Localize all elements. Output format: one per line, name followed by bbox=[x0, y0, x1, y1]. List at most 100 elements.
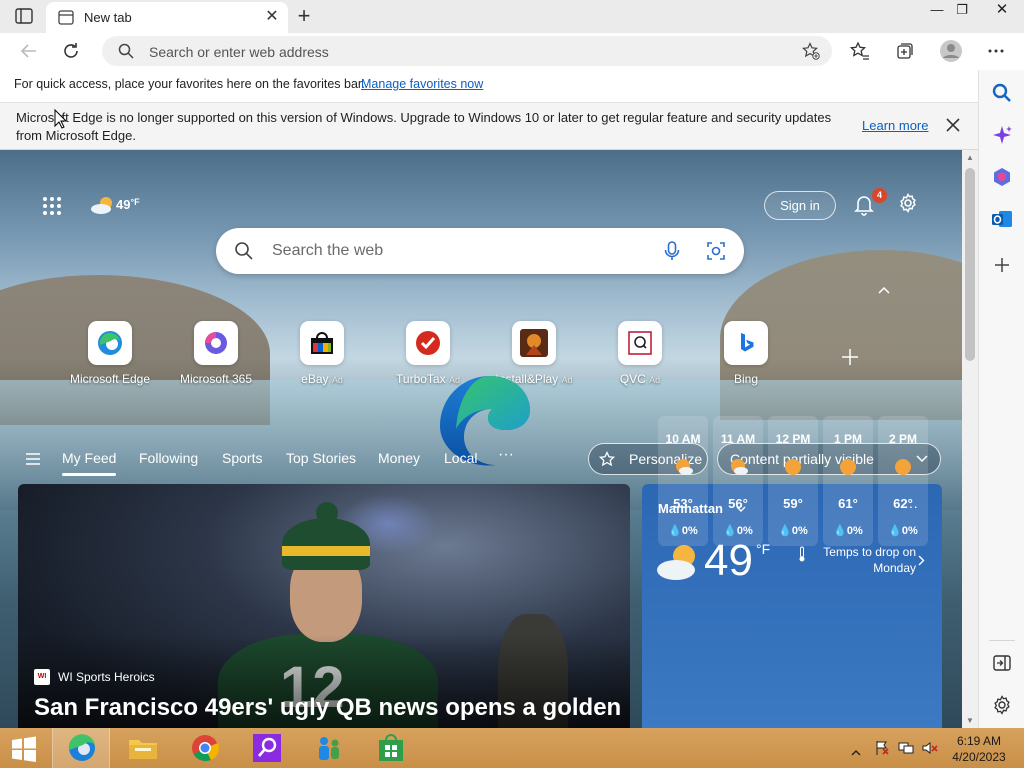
sunny-icon bbox=[895, 459, 911, 475]
game-art-icon bbox=[512, 321, 556, 365]
partly-cloudy-icon bbox=[731, 459, 748, 475]
weather-widget[interactable]: 49°F bbox=[90, 194, 150, 218]
hourly-forecast-item[interactable]: 1 PM 61° 💧0% bbox=[823, 416, 873, 546]
close-window-button[interactable]: ✕ bbox=[986, 0, 1018, 22]
close-tab-icon[interactable]: ✕ bbox=[264, 9, 280, 25]
quick-link-qvc[interactable]: QVC Ad bbox=[595, 321, 685, 391]
scroll-up-arrow-icon[interactable]: ▲ bbox=[966, 153, 974, 162]
taskbar-store[interactable] bbox=[362, 728, 420, 768]
microphone-icon[interactable] bbox=[662, 240, 682, 262]
chevron-right-icon[interactable] bbox=[918, 555, 925, 566]
weather-summary[interactable]: Temps to drop on Monday bbox=[812, 544, 916, 576]
add-shortcut-icon[interactable] bbox=[840, 347, 860, 367]
address-placeholder: Search or enter web address bbox=[149, 44, 329, 60]
close-icon[interactable] bbox=[944, 116, 962, 134]
hero-news-card[interactable]: 12 WI WI Sports Heroics San Francisco 49… bbox=[18, 484, 630, 728]
scroll-down-arrow-icon[interactable]: ▼ bbox=[966, 716, 974, 725]
mouse-cursor-icon bbox=[54, 109, 66, 129]
restore-button[interactable]: ❐ bbox=[946, 0, 978, 22]
new-tab-button[interactable]: + bbox=[292, 5, 316, 27]
settings-more-icon[interactable] bbox=[986, 41, 1006, 61]
page-scrollbar[interactable]: ▲ ▼ bbox=[962, 150, 978, 728]
add-favorite-star-icon[interactable] bbox=[802, 42, 820, 60]
droplet-icon: 💧 bbox=[833, 525, 847, 537]
tab-actions-icon[interactable] bbox=[14, 7, 34, 25]
outlook-icon[interactable] bbox=[991, 208, 1013, 230]
tab-my-feed[interactable]: My Feed bbox=[62, 450, 117, 476]
hour-precip: 0% bbox=[681, 525, 698, 537]
tab-sports[interactable]: Sports bbox=[222, 450, 262, 466]
tab-local[interactable]: Local bbox=[444, 450, 477, 466]
notification-count-badge: 4 bbox=[872, 188, 887, 203]
search-icon[interactable] bbox=[991, 82, 1013, 104]
windows-start-icon[interactable] bbox=[10, 736, 38, 762]
hour-temp: 59° bbox=[783, 496, 803, 511]
hourly-forecast-item[interactable]: 11 AM 56° 💧0% bbox=[713, 416, 763, 546]
hide-sidebar-icon[interactable] bbox=[991, 652, 1013, 674]
visual-search-icon[interactable] bbox=[706, 241, 726, 261]
profile-avatar-icon[interactable] bbox=[939, 39, 963, 63]
windows-taskbar: 6:19 AM 4/20/2023 bbox=[0, 728, 1024, 768]
tab-top-stories[interactable]: Top Stories bbox=[286, 450, 356, 466]
hour-time: 10 AM bbox=[665, 432, 701, 446]
droplet-icon: 💧 bbox=[778, 525, 792, 537]
collapse-chevron-up-icon[interactable] bbox=[877, 282, 891, 294]
action-center-flag-icon[interactable] bbox=[874, 740, 890, 756]
favorites-icon[interactable] bbox=[849, 41, 870, 61]
player-beanie bbox=[282, 518, 370, 570]
clock-date: 4/20/2023 bbox=[952, 750, 1006, 764]
taskbar-edge[interactable] bbox=[52, 728, 110, 768]
add-icon[interactable] bbox=[991, 254, 1013, 276]
hour-precip: 0% bbox=[901, 525, 918, 537]
more-tabs-button[interactable]: ··· bbox=[498, 446, 514, 464]
browser-window: New tab ✕ + — ❐ ✕ Search or enter web ad… bbox=[0, 0, 1024, 768]
sidebar-settings-gear-icon[interactable] bbox=[991, 694, 1013, 716]
refresh-icon[interactable] bbox=[60, 40, 84, 62]
tab-title: New tab bbox=[84, 10, 132, 25]
quick-link-bing[interactable]: Bing bbox=[701, 321, 791, 391]
back-arrow-icon[interactable] bbox=[18, 40, 42, 62]
ad-label: Ad bbox=[561, 375, 573, 385]
quick-link-label: eBay bbox=[301, 372, 329, 386]
learn-more-link[interactable]: Learn more bbox=[862, 118, 928, 133]
edge-sidebar bbox=[978, 70, 1024, 728]
web-search-box[interactable]: Search the web bbox=[216, 228, 744, 274]
copilot-sparkle-icon[interactable] bbox=[991, 124, 1013, 146]
page-settings-gear-icon[interactable] bbox=[897, 192, 919, 214]
quick-link-microsoft-365[interactable]: Microsoft 365 bbox=[171, 321, 261, 391]
microsoft-365-icon[interactable] bbox=[991, 166, 1013, 188]
sign-in-button[interactable]: Sign in bbox=[764, 191, 836, 220]
tab-new-tab[interactable]: New tab ✕ bbox=[46, 2, 288, 33]
quick-link-microsoft-edge[interactable]: Microsoft Edge bbox=[65, 321, 155, 391]
show-hidden-icons-chevron-icon[interactable] bbox=[851, 744, 861, 756]
taskbar-search-app[interactable] bbox=[238, 728, 296, 768]
app-launcher-icon[interactable] bbox=[42, 196, 62, 216]
manage-favorites-link[interactable]: Manage favorites now bbox=[361, 77, 483, 91]
taskbar-file-explorer[interactable] bbox=[114, 728, 172, 768]
taskbar-chrome[interactable] bbox=[176, 728, 234, 768]
partly-cloudy-icon bbox=[657, 545, 695, 580]
collections-icon[interactable] bbox=[895, 41, 915, 61]
news-headline[interactable]: San Francisco 49ers' ugly QB news opens … bbox=[34, 694, 621, 722]
sidebar-divider bbox=[989, 640, 1015, 641]
hourly-forecast-item[interactable]: 2 PM 62° 💧0% bbox=[878, 416, 928, 546]
hour-precip: 0% bbox=[736, 525, 753, 537]
beanie-stripe bbox=[282, 546, 370, 556]
hourly-forecast-item[interactable]: 10 AM 53° 💧0% bbox=[658, 416, 708, 546]
news-source: WI Sports Heroics bbox=[58, 670, 155, 684]
turbotax-check-icon bbox=[406, 321, 450, 365]
scrollbar-thumb[interactable] bbox=[965, 168, 975, 361]
quick-link-ebay[interactable]: eBay Ad bbox=[277, 321, 367, 391]
banner-message: Microsoft Edge is no longer supported on… bbox=[16, 110, 832, 143]
system-clock[interactable]: 6:19 AM 4/20/2023 bbox=[944, 733, 1014, 765]
hourly-forecast-item[interactable]: 12 PM 59° 💧0% bbox=[768, 416, 818, 546]
taskbar-people-app[interactable] bbox=[300, 728, 358, 768]
quick-link-label: Microsoft 365 bbox=[179, 372, 253, 386]
menu-hamburger-icon[interactable] bbox=[26, 452, 40, 465]
volume-muted-icon[interactable] bbox=[922, 740, 938, 756]
tab-following[interactable]: Following bbox=[139, 450, 198, 466]
network-icon[interactable] bbox=[898, 740, 914, 756]
tab-money[interactable]: Money bbox=[378, 450, 420, 466]
address-bar[interactable]: Search or enter web address bbox=[102, 36, 832, 66]
hour-temp: 56° bbox=[728, 496, 748, 511]
